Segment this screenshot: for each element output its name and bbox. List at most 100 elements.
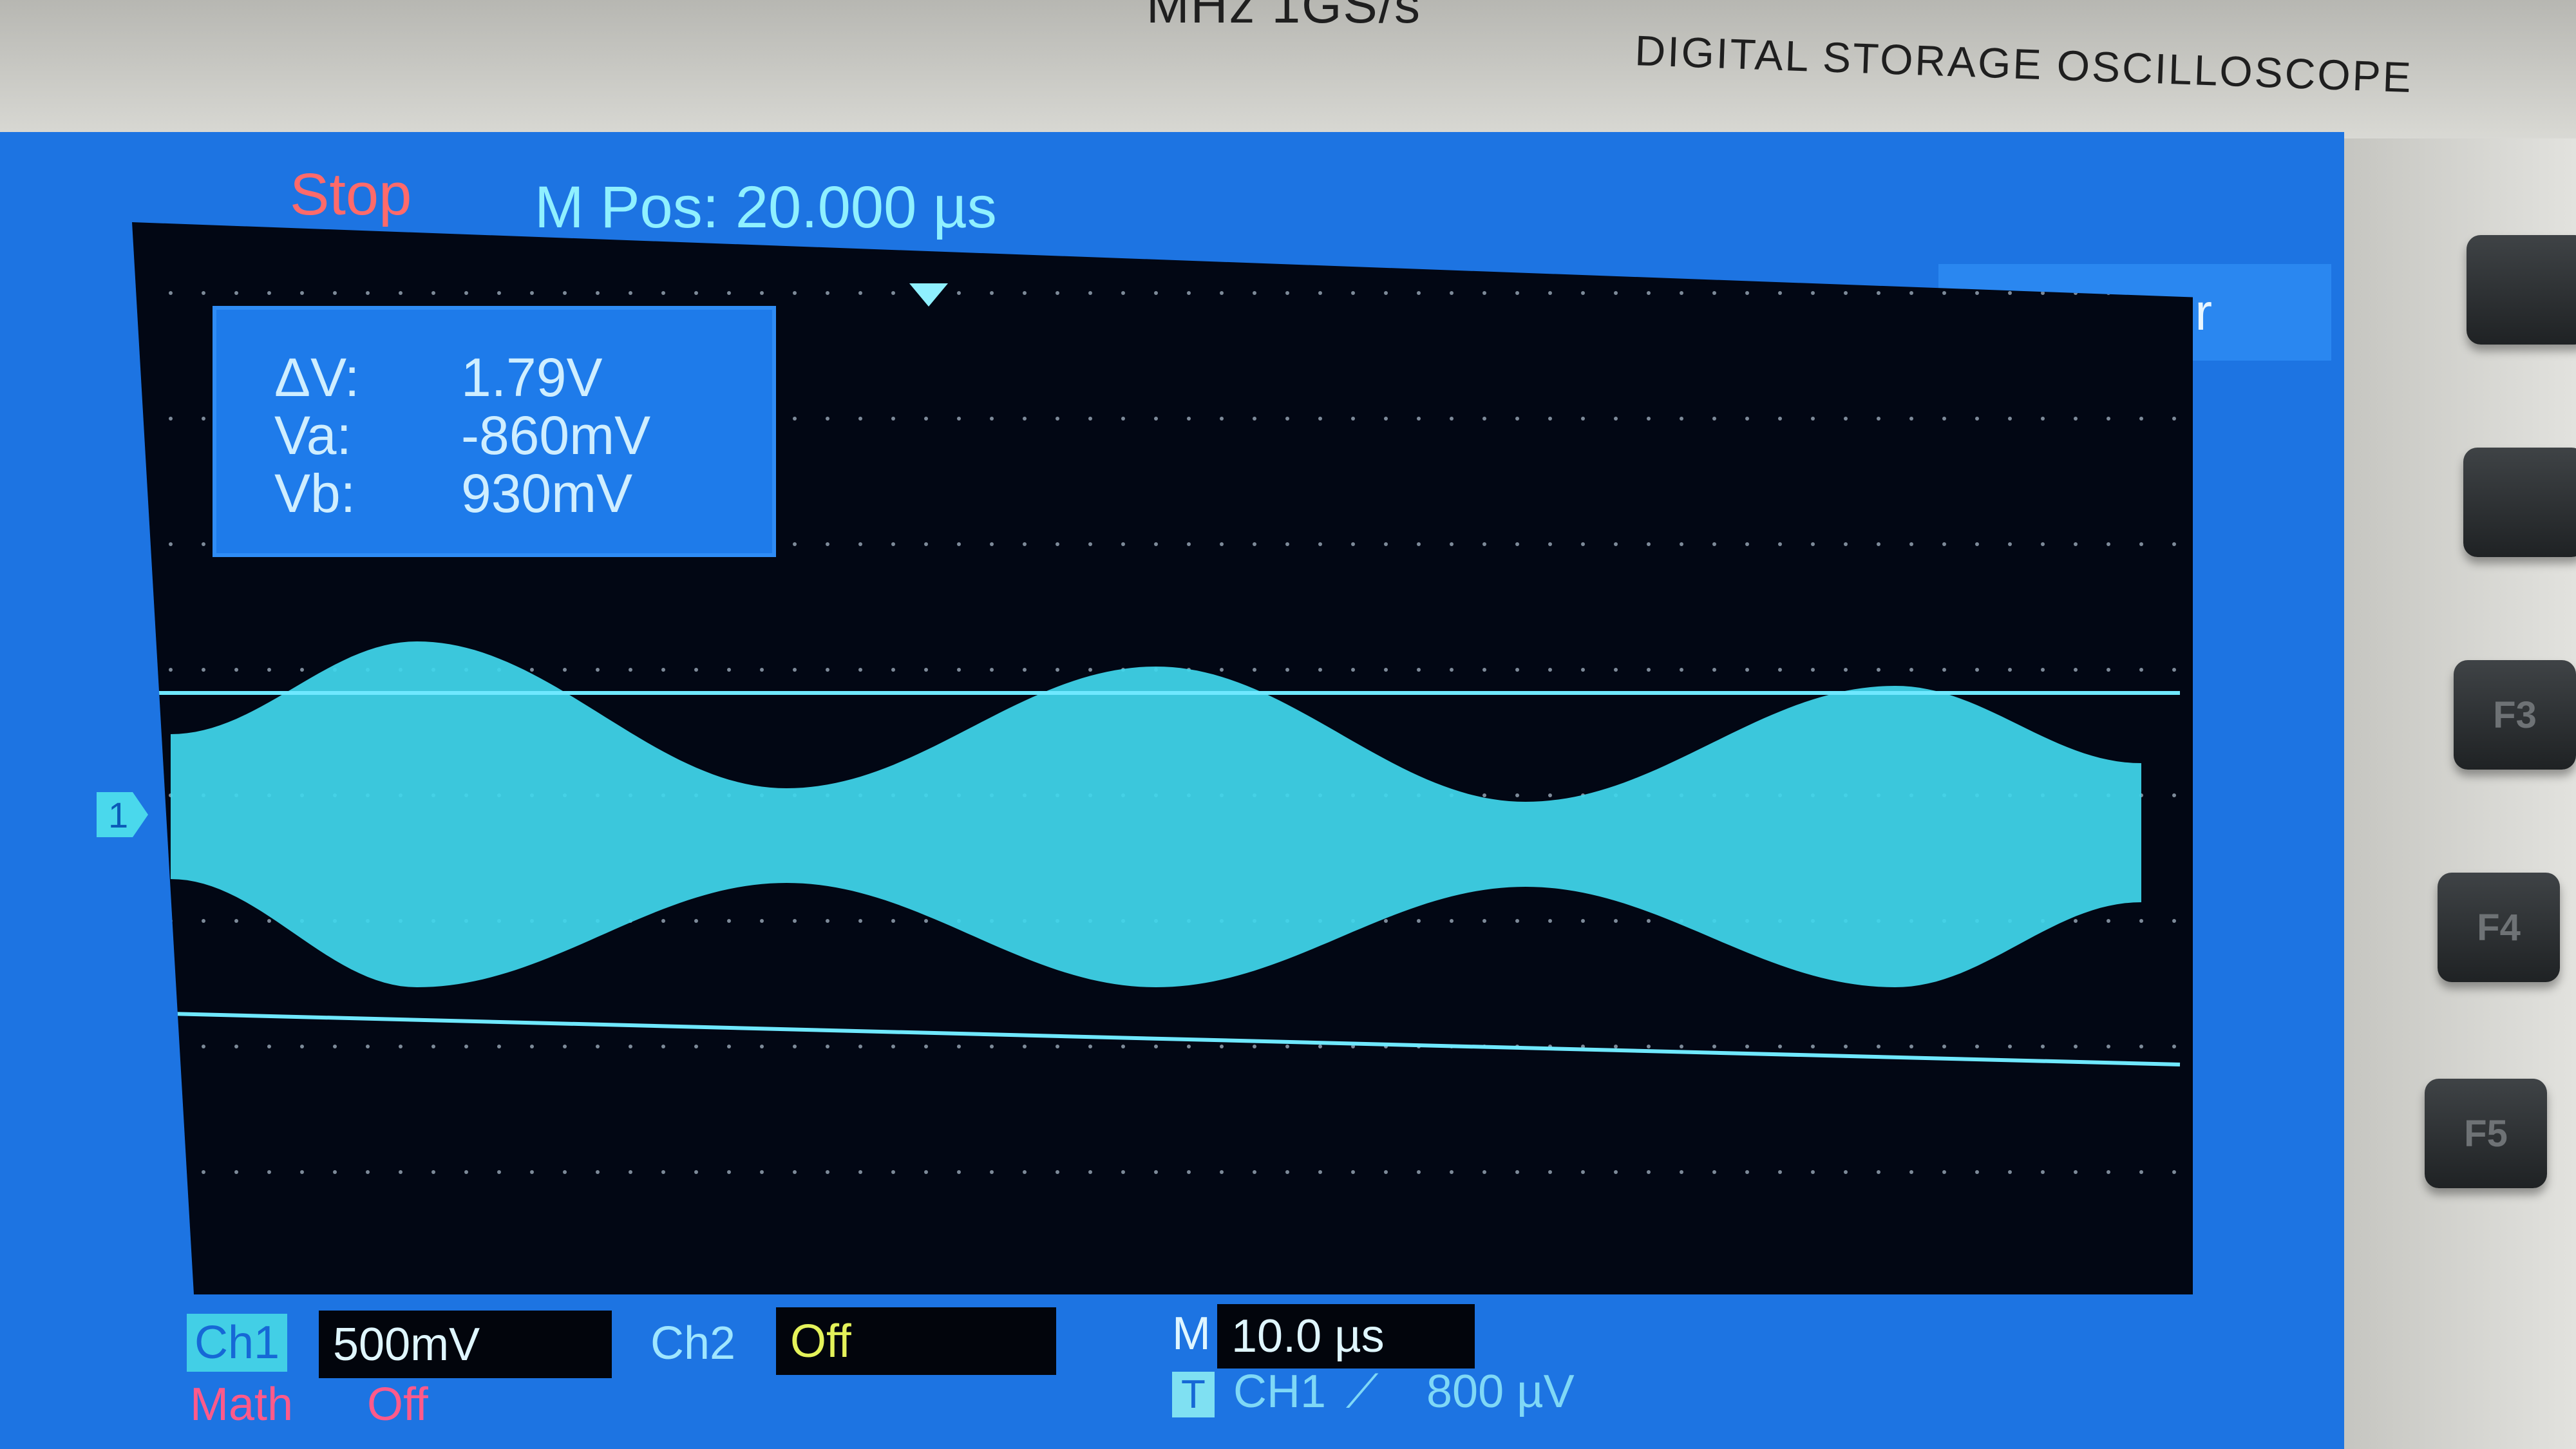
side-button-f2[interactable] bbox=[2463, 448, 2576, 557]
graticule-dot bbox=[727, 1170, 731, 1174]
graticule-dot bbox=[1942, 1170, 1946, 1174]
graticule-dot bbox=[1482, 291, 1486, 295]
graticule-dot bbox=[858, 417, 862, 421]
graticule-dot bbox=[1088, 1170, 1092, 1174]
trigger-level: 800 µV bbox=[1426, 1366, 1575, 1417]
cursor-line-va[interactable] bbox=[144, 1011, 2181, 1066]
ch2-label[interactable]: Ch2 bbox=[650, 1317, 735, 1370]
side-button-f1[interactable] bbox=[2467, 235, 2576, 345]
graticule-dot bbox=[1318, 291, 1322, 295]
graticule-dot bbox=[2139, 542, 2143, 546]
graticule-dot bbox=[1909, 291, 1913, 295]
graticule-dot bbox=[858, 291, 862, 295]
graticule-dot bbox=[661, 1045, 665, 1048]
graticule-dot bbox=[333, 1045, 337, 1048]
graticule-dot bbox=[2041, 417, 2045, 421]
graticule-dot bbox=[1121, 417, 1125, 421]
graticule-dot bbox=[563, 291, 567, 295]
graticule-dot bbox=[1811, 1170, 1815, 1174]
graticule-dot bbox=[1909, 1045, 1913, 1048]
graticule-dot bbox=[2139, 417, 2143, 421]
graticule-dot bbox=[793, 1170, 797, 1174]
graticule-dot bbox=[826, 417, 829, 421]
graticule-dot bbox=[760, 1045, 764, 1048]
graticule-dot bbox=[2074, 542, 2078, 546]
graticule-dot bbox=[1745, 1045, 1749, 1048]
function-key-label: F4 bbox=[2477, 906, 2521, 949]
graticule-dot bbox=[431, 291, 435, 295]
graticule-dot bbox=[596, 1170, 600, 1174]
graticule-dot bbox=[924, 1170, 928, 1174]
graticule-dot bbox=[300, 668, 304, 672]
function-key-f3[interactable]: F3 bbox=[2454, 660, 2576, 770]
graticule-dot bbox=[1548, 542, 1552, 546]
graticule-dot bbox=[760, 668, 764, 672]
graticule-dot bbox=[1384, 1170, 1388, 1174]
graticule-dot bbox=[1088, 291, 1092, 295]
graticule-dot bbox=[1811, 668, 1815, 672]
graticule-dot bbox=[1253, 1045, 1256, 1048]
graticule-dot bbox=[1877, 668, 1880, 672]
graticule-dot bbox=[1548, 793, 1552, 797]
math-label[interactable]: Math bbox=[190, 1378, 293, 1431]
trigger-slope-icon: ⟋ bbox=[1346, 1366, 1379, 1417]
graticule-dot bbox=[399, 291, 402, 295]
graticule-dot bbox=[694, 291, 698, 295]
graticule-dot bbox=[727, 668, 731, 672]
graticule-dot bbox=[1942, 668, 1946, 672]
graticule-dot bbox=[530, 1045, 534, 1048]
graticule-dot bbox=[267, 1045, 271, 1048]
graticule-dot bbox=[1351, 291, 1355, 295]
vb-row: Vb: 930mV bbox=[274, 464, 632, 522]
graticule-dot bbox=[1877, 1045, 1880, 1048]
graticule-dot bbox=[431, 1045, 435, 1048]
graticule-dot bbox=[891, 417, 895, 421]
graticule-dot bbox=[1154, 417, 1158, 421]
graticule-dot bbox=[202, 668, 205, 672]
graticule-dot bbox=[2172, 919, 2176, 923]
graticule-dot bbox=[1318, 668, 1322, 672]
graticule-dot bbox=[202, 1045, 205, 1048]
graticule-dot bbox=[891, 668, 895, 672]
graticule-dot bbox=[1187, 417, 1191, 421]
graticule-dot bbox=[1023, 291, 1027, 295]
graticule-dot bbox=[990, 542, 994, 546]
brand-label: DIGITAL STORAGE OSCILLOSCOPE bbox=[1634, 26, 2414, 102]
graticule-dot bbox=[1515, 793, 1519, 797]
ch1-label[interactable]: Ch1 bbox=[187, 1314, 288, 1372]
graticule-dot bbox=[234, 1045, 238, 1048]
graticule-dot bbox=[793, 919, 797, 923]
graticule-dot bbox=[1680, 417, 1683, 421]
graticule-dot bbox=[464, 1170, 468, 1174]
graticule-dot bbox=[1482, 1170, 1486, 1174]
graticule-dot bbox=[1712, 417, 1716, 421]
graticule-dot bbox=[1023, 417, 1027, 421]
graticule-dot bbox=[1877, 542, 1880, 546]
graticule-dot bbox=[2107, 417, 2110, 421]
graticule-dot bbox=[1844, 1170, 1848, 1174]
graticule-dot bbox=[1088, 417, 1092, 421]
graticule-dot bbox=[1680, 1045, 1683, 1048]
instrument-bezel-right: F3 F4 F5 bbox=[2325, 138, 2576, 1449]
graticule-dot bbox=[1417, 668, 1421, 672]
graticule-dot bbox=[1121, 291, 1125, 295]
graticule-dot bbox=[1581, 668, 1585, 672]
graticule-dot bbox=[202, 919, 205, 923]
graticule-dot bbox=[2107, 1170, 2110, 1174]
graticule-dot bbox=[1253, 668, 1256, 672]
ch1-scale-box: 500mV bbox=[319, 1311, 612, 1378]
graticule-dot bbox=[1515, 417, 1519, 421]
graticule-dot bbox=[1548, 668, 1552, 672]
function-key-f5[interactable]: F5 bbox=[2425, 1079, 2547, 1188]
va-label: Va: bbox=[274, 405, 352, 466]
graticule-dot bbox=[1351, 668, 1355, 672]
graticule-dot bbox=[793, 668, 797, 672]
ch1-scale-value: 500mV bbox=[333, 1318, 480, 1370]
graticule-dot bbox=[2172, 1170, 2176, 1174]
graticule-dot bbox=[629, 291, 632, 295]
graticule-dot bbox=[1614, 1045, 1618, 1048]
graticule-dot bbox=[858, 919, 862, 923]
graticule-dot bbox=[1909, 542, 1913, 546]
function-key-f4[interactable]: F4 bbox=[2438, 873, 2560, 982]
graticule-dot bbox=[2172, 417, 2176, 421]
